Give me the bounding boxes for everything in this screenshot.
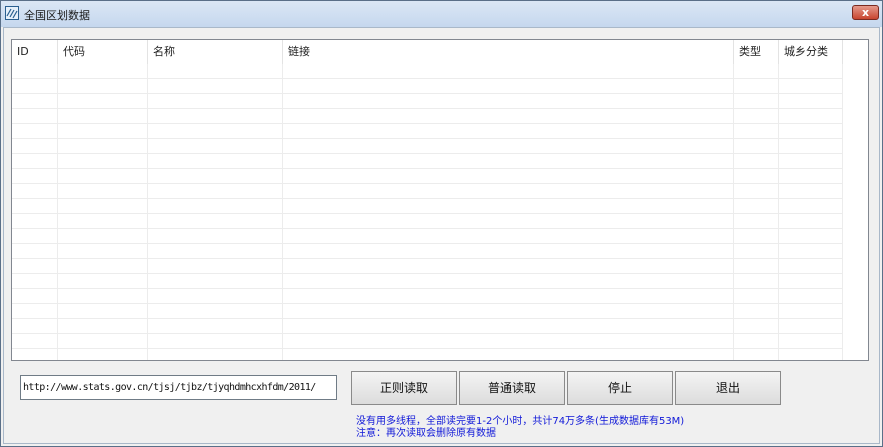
column-divider (57, 64, 58, 360)
column-divider (842, 64, 843, 360)
exit-button[interactable]: 退出 (675, 371, 781, 405)
url-input[interactable]: http://www.stats.gov.cn/tjsj/tjbz/tjyqhd… (20, 375, 337, 400)
title-bar[interactable]: 全国区划数据 x (1, 1, 882, 27)
main-window: 全国区划数据 x ID 代码 名称 链接 类型 城乡分类 http://www.… (0, 0, 883, 447)
column-header-code[interactable]: 代码 (58, 40, 148, 64)
list-rows-area[interactable] (12, 64, 843, 360)
column-divider (778, 64, 779, 360)
data-list-view[interactable]: ID 代码 名称 链接 类型 城乡分类 (11, 39, 869, 361)
list-header: ID 代码 名称 链接 类型 城乡分类 (12, 40, 868, 64)
warning-note: 注意：再次读取会删除原有数据 (356, 428, 496, 439)
column-header-link[interactable]: 链接 (283, 40, 734, 64)
normal-read-button[interactable]: 普通读取 (459, 371, 565, 405)
column-header-type[interactable]: 类型 (734, 40, 779, 64)
column-divider (147, 64, 148, 360)
column-header-id[interactable]: ID (12, 40, 58, 64)
close-icon: x (861, 6, 870, 19)
column-header-name[interactable]: 名称 (148, 40, 283, 64)
column-divider (282, 64, 283, 360)
close-button[interactable]: x (852, 5, 879, 20)
column-divider (733, 64, 734, 360)
column-header-urban-rural[interactable]: 城乡分类 (779, 40, 843, 64)
window-title: 全国区划数据 (24, 9, 90, 22)
stop-button[interactable]: 停止 (567, 371, 673, 405)
regex-read-button[interactable]: 正则读取 (351, 371, 457, 405)
app-icon (5, 6, 19, 20)
client-area: ID 代码 名称 链接 类型 城乡分类 http://www.stats.gov… (3, 27, 880, 444)
